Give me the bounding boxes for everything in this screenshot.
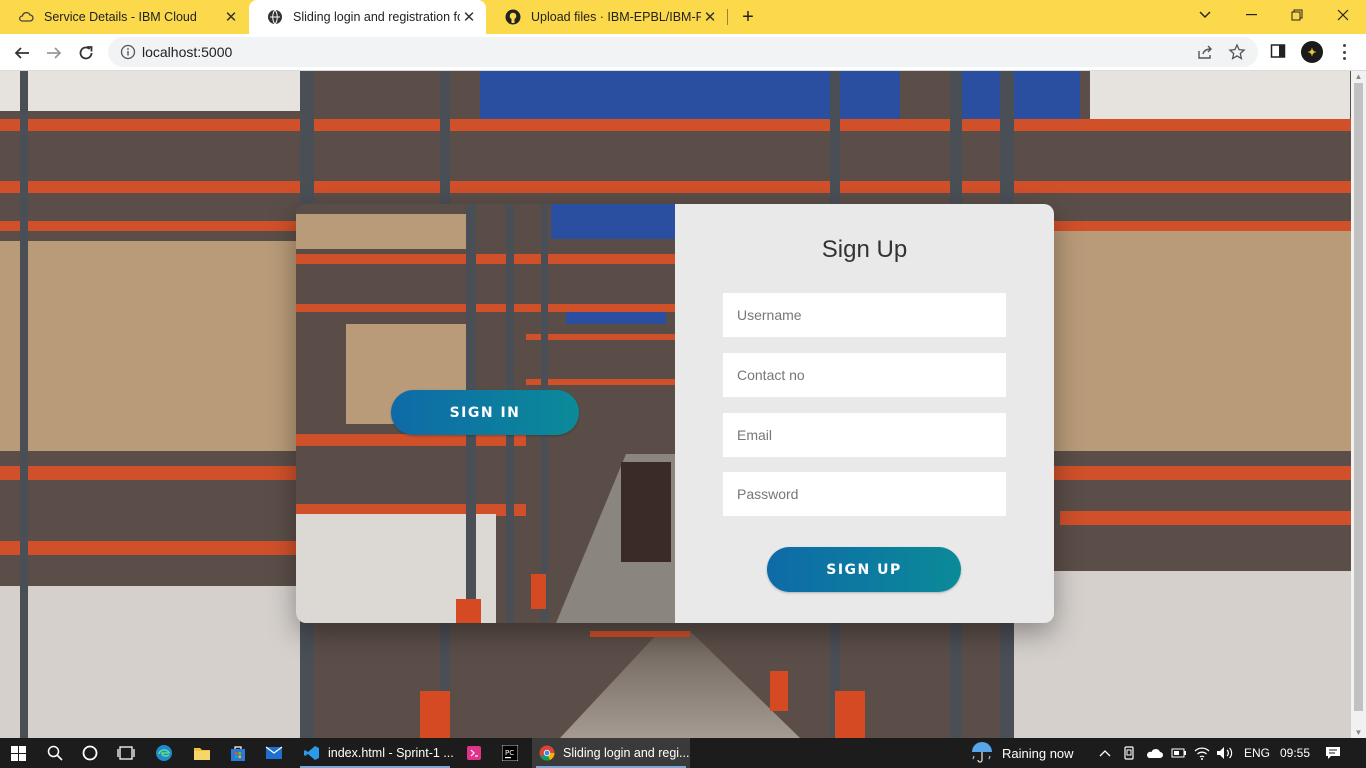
start-windows-icon[interactable] xyxy=(6,738,30,768)
forward-button[interactable] xyxy=(40,39,68,67)
scrollbar-thumb[interactable] xyxy=(1354,83,1363,711)
notifications-icon[interactable] xyxy=(1322,738,1344,768)
umbrella-rain-icon xyxy=(972,742,992,763)
tab-search-chevron-icon[interactable] xyxy=(1182,0,1228,30)
taskbar-app-chrome[interactable]: Sliding login and regi... xyxy=(532,738,690,768)
pycharm-icon: PC xyxy=(502,745,518,761)
windows-taskbar: index.html - Sprint-1 ... PC Sliding log… xyxy=(0,738,1366,768)
page-viewport: SIGN IN Sign Up SIGN UP xyxy=(0,71,1351,738)
close-tab-icon[interactable]: ✕ xyxy=(222,8,240,26)
sign-in-button[interactable]: SIGN IN xyxy=(391,390,579,435)
restore-button[interactable] xyxy=(1274,0,1320,30)
tab-title: Upload files · IBM-EPBL/IBM-Proj xyxy=(531,10,701,24)
reload-icon xyxy=(79,46,93,60)
device-icon[interactable] xyxy=(1120,738,1138,768)
arrow-left-icon xyxy=(14,47,29,59)
arrow-right-icon xyxy=(47,47,62,59)
language-indicator[interactable]: ENG xyxy=(1244,738,1270,768)
menu-kebab-icon[interactable] xyxy=(1336,42,1352,62)
side-panel-icon[interactable] xyxy=(1270,43,1286,59)
tab-title: Service Details - IBM Cloud xyxy=(44,10,197,24)
info-icon[interactable] xyxy=(120,44,136,60)
email-field[interactable] xyxy=(723,413,1006,457)
store-icon[interactable] xyxy=(226,738,250,768)
sign-up-title: Sign Up xyxy=(821,236,908,263)
sign-up-button[interactable]: SIGN UP xyxy=(767,547,961,592)
edge-icon[interactable] xyxy=(152,738,176,768)
minimize-button[interactable] xyxy=(1228,0,1274,30)
tab-github-upload[interactable]: Upload files · IBM-EPBL/IBM-Proj ✕ xyxy=(487,0,727,34)
app-pink-icon xyxy=(467,746,481,760)
back-button[interactable] xyxy=(8,39,36,67)
username-field[interactable] xyxy=(723,293,1006,337)
reload-button[interactable] xyxy=(72,39,100,67)
clock[interactable]: 09:55 xyxy=(1280,738,1310,768)
time-text: 09:55 xyxy=(1280,746,1311,760)
language-text: ENG xyxy=(1244,746,1271,760)
chrome-icon xyxy=(539,745,555,761)
taskbar-app-vscode[interactable]: index.html - Sprint-1 ... xyxy=(296,738,454,768)
close-window-button[interactable] xyxy=(1320,0,1366,30)
taskbar-app-label: Sliding login and regi... xyxy=(563,746,690,760)
onedrive-cloud-icon[interactable] xyxy=(1144,738,1164,768)
taskbar-app-label: index.html - Sprint-1 ... xyxy=(328,746,454,760)
vscode-icon xyxy=(304,745,320,761)
tab-strip: Service Details - IBM Cloud ✕ Sliding lo… xyxy=(0,0,1366,34)
password-field[interactable] xyxy=(723,472,1006,516)
weather-text: Raining now xyxy=(1002,745,1074,761)
share-icon[interactable] xyxy=(1196,43,1214,61)
taskbar-app-pycharm[interactable]: PC xyxy=(498,738,522,768)
task-view-icon[interactable] xyxy=(114,738,138,768)
page-scrollbar[interactable]: ▲ ▼ xyxy=(1351,71,1366,738)
scroll-up-icon[interactable]: ▲ xyxy=(1354,72,1363,81)
overlay-panel: SIGN IN xyxy=(296,204,675,623)
svg-text:PC: PC xyxy=(505,749,514,757)
tab-sliding-login[interactable]: Sliding login and registration form ✕ xyxy=(249,0,486,34)
battery-icon[interactable] xyxy=(1170,738,1188,768)
new-tab-button[interactable]: + xyxy=(736,5,760,29)
browser-toolbar: localhost:5000 ✦ xyxy=(0,34,1366,71)
weather-widget[interactable]: Raining now xyxy=(970,738,1074,768)
tab-title: Sliding login and registration form xyxy=(293,10,460,24)
close-tab-icon[interactable]: ✕ xyxy=(701,8,719,26)
tab-ibm-cloud[interactable]: Service Details - IBM Cloud ✕ xyxy=(0,0,248,34)
url-text: localhost:5000 xyxy=(142,44,233,60)
contact-no-field[interactable] xyxy=(723,353,1006,397)
sliding-form-container: SIGN IN Sign Up SIGN UP xyxy=(296,204,1054,623)
scroll-down-icon[interactable]: ▼ xyxy=(1354,728,1363,737)
globe-icon xyxy=(267,9,283,25)
address-bar[interactable]: localhost:5000 xyxy=(108,37,1258,67)
file-explorer-icon[interactable] xyxy=(190,738,214,768)
tab-divider xyxy=(727,9,728,25)
wifi-icon[interactable] xyxy=(1193,738,1211,768)
profile-avatar[interactable]: ✦ xyxy=(1301,41,1323,63)
mail-icon[interactable] xyxy=(262,738,286,768)
cortana-icon[interactable] xyxy=(78,738,102,768)
taskbar-app-pink[interactable] xyxy=(462,738,486,768)
volume-icon[interactable] xyxy=(1215,738,1235,768)
chevron-up-icon[interactable] xyxy=(1096,738,1114,768)
close-tab-icon[interactable]: ✕ xyxy=(460,8,478,26)
sign-up-panel: Sign Up SIGN UP xyxy=(675,204,1054,623)
ibm-cloud-icon xyxy=(18,9,34,25)
bookmark-star-icon[interactable] xyxy=(1228,43,1246,61)
search-icon[interactable] xyxy=(42,738,68,768)
github-icon xyxy=(505,9,521,25)
